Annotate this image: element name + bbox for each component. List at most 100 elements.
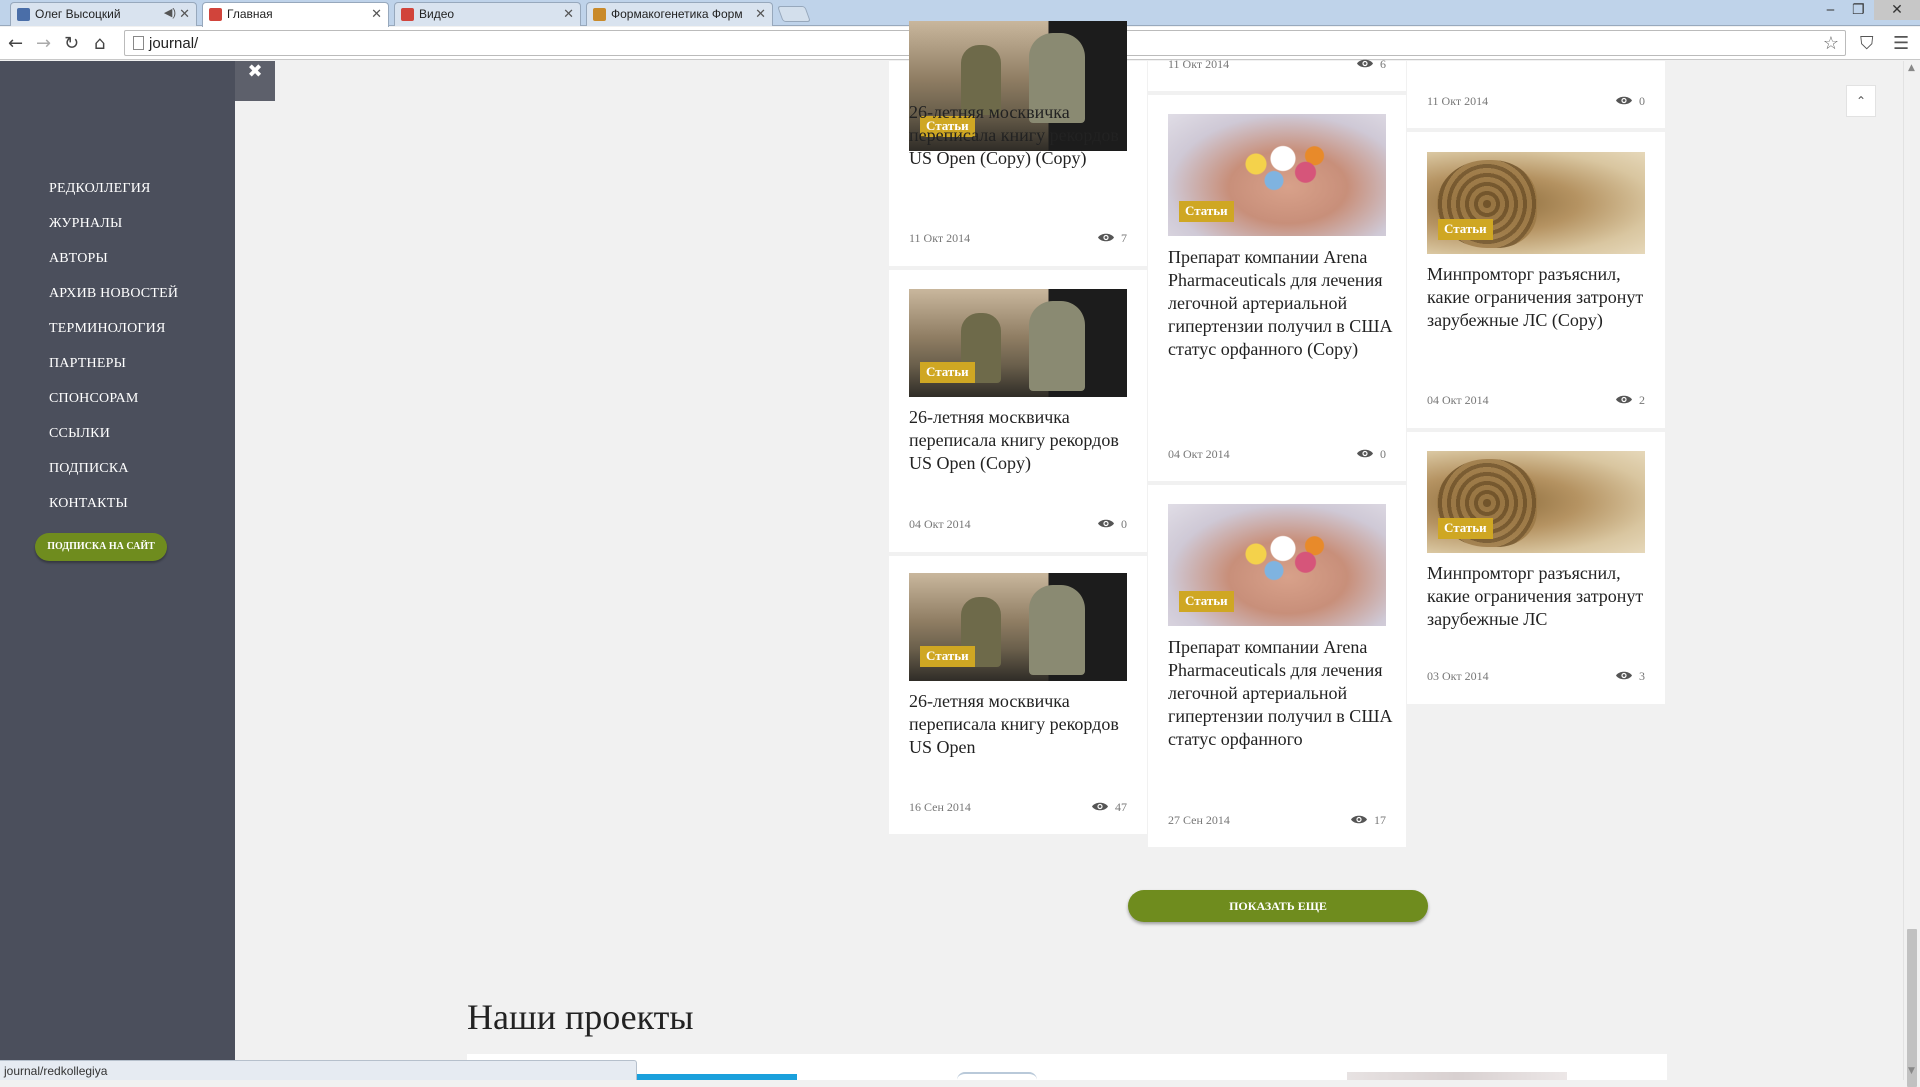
news-card[interactable]: Статьи 26-летняя москвичка переписала кн… [889, 270, 1147, 552]
eye-icon [1357, 449, 1373, 458]
restore-icon[interactable]: ❐ [1852, 2, 1865, 18]
eye-icon [1351, 815, 1367, 824]
tab-video[interactable]: Видео ✕ [394, 2, 581, 26]
sidebar-item-sponsors[interactable]: СПОНСОРАМ [49, 391, 178, 426]
tab-glavnaya[interactable]: Главная ✕ [202, 2, 389, 27]
views-count: 2 [1639, 393, 1645, 407]
project-logo[interactable] [1347, 1072, 1567, 1080]
news-card[interactable]: Статьи Минпромторг разъяснил, какие огра… [1407, 432, 1665, 704]
card-image[interactable]: Статьи [909, 289, 1127, 397]
card-meta: 11 Окт 2014 0 [1427, 94, 1645, 109]
category-badge[interactable]: Статьи [1438, 219, 1493, 240]
eye-icon [1616, 671, 1632, 680]
news-card[interactable]: Статьи 26-летняя москвичка переписала кн… [889, 556, 1147, 834]
category-badge[interactable]: Статьи [920, 362, 975, 383]
news-card[interactable]: Статьи Препарат компании Arena Pharmaceu… [1148, 485, 1406, 847]
sidebar-close-button[interactable]: ✖ [235, 61, 275, 101]
card-image[interactable]: Статьи [909, 573, 1127, 681]
tab-pharmacogenetics[interactable]: Формакогенетика Форм ✕ [586, 2, 773, 26]
sidebar-item-contacts[interactable]: КОНТАКТЫ [49, 496, 178, 531]
card-title[interactable]: 26-летняя москвичка переписала книгу рек… [909, 690, 1134, 759]
views-count: 0 [1121, 517, 1127, 531]
scroll-up-arrow-icon[interactable]: ▲ [1908, 63, 1915, 73]
sidebar-item-partners[interactable]: ПАРТНЕРЫ [49, 356, 178, 391]
card-views: 0 [1615, 94, 1645, 109]
eye-icon [1616, 96, 1632, 105]
news-card[interactable]: Статьи 26-летняя москвичка переписала кн… [889, 21, 1147, 266]
status-bar: journal/redkollegiya [0, 1060, 637, 1080]
card-image[interactable]: Статьи [1168, 114, 1386, 236]
news-card[interactable]: Статьи Минпромторг разъяснил, какие огра… [1407, 132, 1665, 428]
scroll-to-top-button[interactable]: ⌃ [1846, 85, 1876, 117]
card-title[interactable]: Препарат компании Arena Pharmaceuticals … [1168, 636, 1393, 751]
show-more-button[interactable]: ПОКАЗАТЬ ЕЩЕ [1128, 890, 1428, 922]
views-count: 3 [1639, 669, 1645, 683]
subscribe-site-button[interactable]: ПОДПИСКА НА САЙТ [35, 533, 167, 561]
category-badge[interactable]: Статьи [1438, 518, 1493, 539]
menu-icon[interactable]: ☰ [1893, 33, 1909, 54]
category-badge[interactable]: Статьи [1179, 201, 1234, 222]
card-title[interactable]: Минпромторг разъяснил, какие ограничения… [1427, 562, 1652, 631]
eye-icon [1092, 802, 1108, 811]
shield-icon[interactable]: ⛉ [1860, 33, 1874, 54]
tab-label: Главная [227, 7, 273, 21]
projects-carousel [467, 1054, 1667, 1080]
sidebar-item-subscription[interactable]: ПОДПИСКА [49, 461, 178, 496]
card-image[interactable]: Статьи [1427, 152, 1645, 254]
card-title[interactable]: 26-летняя москвичка переписала книгу рек… [909, 101, 1134, 170]
views-count: 47 [1115, 800, 1127, 814]
close-tab-icon[interactable]: ✕ [563, 6, 574, 22]
card-meta: 16 Сен 2014 47 [909, 800, 1127, 815]
project-logo[interactable] [637, 1074, 797, 1080]
url-text[interactable]: journal/ [149, 35, 198, 52]
projects-heading: Наши проекты [467, 997, 694, 1037]
close-tab-icon[interactable]: ✕ [179, 6, 190, 22]
card-image[interactable]: Статьи [1168, 504, 1386, 626]
card-title[interactable]: 26-летняя москвичка переписала книгу рек… [909, 406, 1134, 475]
news-card[interactable]: Статьи Препарат компании Arena Pharmaceu… [1148, 95, 1406, 481]
tab-oleg[interactable]: Олег Высоцкий ◀) ✕ [10, 2, 197, 26]
page-scrollbar[interactable]: ▲ ▼ [1903, 61, 1920, 1087]
close-tab-icon[interactable]: ✕ [371, 6, 382, 22]
card-views: 0 [1356, 447, 1386, 462]
card-meta: 04 Окт 2014 0 [1168, 447, 1386, 462]
sidebar-item-authors[interactable]: АВТОРЫ [49, 251, 178, 286]
project-logo[interactable] [957, 1072, 1037, 1080]
card-date: 11 Окт 2014 [1168, 57, 1230, 71]
views-count: 0 [1380, 447, 1386, 461]
card-date: 04 Окт 2014 [1427, 393, 1489, 407]
card-date: 16 Сен 2014 [909, 800, 971, 814]
back-icon[interactable]: ← [8, 33, 23, 54]
sidebar-item-redkollegiya[interactable]: РЕДКОЛЛЕГИЯ [49, 181, 178, 216]
card-meta: 04 Окт 2014 0 [909, 517, 1127, 532]
category-badge[interactable]: Статьи [1179, 591, 1234, 612]
card-views: 47 [1091, 800, 1127, 815]
sidebar-item-terminology[interactable]: ТЕРМИНОЛОГИЯ [49, 321, 178, 356]
home-icon[interactable]: ⌂ [94, 33, 105, 54]
card-date: 03 Окт 2014 [1427, 669, 1489, 683]
bookmark-star-icon[interactable]: ☆ [1823, 33, 1839, 54]
card-views: 6 [1356, 57, 1386, 72]
new-tab-button[interactable] [777, 6, 811, 22]
card-date: 11 Окт 2014 [909, 231, 971, 245]
card-image[interactable]: Статьи [1427, 451, 1645, 553]
sidebar-item-journals[interactable]: ЖУРНАЛЫ [49, 216, 178, 251]
sidebar-item-news-archive[interactable]: АРХИВ НОВОСТЕЙ [49, 286, 178, 321]
card-views: 3 [1615, 669, 1645, 684]
card-title[interactable]: Препарат компании Arena Pharmaceuticals … [1168, 246, 1393, 361]
forward-icon[interactable]: → [36, 33, 51, 54]
reload-icon[interactable]: ↻ [64, 33, 79, 54]
speaker-icon[interactable]: ◀) [164, 6, 176, 19]
card-title[interactable]: Минпромторг разъяснил, какие ограничения… [1427, 263, 1652, 332]
close-tab-icon[interactable]: ✕ [755, 6, 766, 22]
news-card[interactable]: 11 Окт 2014 0 [1407, 61, 1665, 128]
news-card[interactable]: 11 Окт 2014 6 [1148, 57, 1406, 91]
scroll-down-arrow-icon[interactable]: ▼ [1908, 1066, 1915, 1076]
card-views: 7 [1097, 231, 1127, 246]
category-badge[interactable]: Статьи [920, 646, 975, 667]
sidebar-menu: РЕДКОЛЛЕГИЯ ЖУРНАЛЫ АВТОРЫ АРХИВ НОВОСТЕ… [49, 181, 178, 531]
window-close-button[interactable]: ✕ [1874, 0, 1920, 20]
minimize-icon[interactable]: ‒ [1826, 2, 1835, 18]
sidebar-item-links[interactable]: ССЫЛКИ [49, 426, 178, 461]
scrollbar-thumb[interactable] [1907, 929, 1917, 1087]
